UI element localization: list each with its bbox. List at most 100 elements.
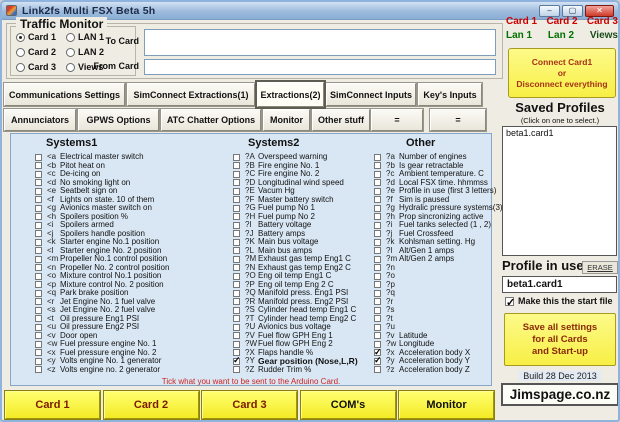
save-settings-button[interactable]: Save all settings for all Cards and Star… xyxy=(504,313,616,366)
row-checkbox[interactable] xyxy=(374,255,381,263)
row-checkbox[interactable] xyxy=(374,238,381,246)
row-checkbox[interactable] xyxy=(374,221,381,229)
row-checkbox[interactable] xyxy=(233,332,240,340)
row-checkbox[interactable] xyxy=(233,179,240,187)
row-checkbox[interactable] xyxy=(35,238,42,246)
row-checkbox[interactable] xyxy=(374,298,381,306)
row-checkbox[interactable] xyxy=(233,170,240,178)
profile-in-use-input[interactable]: beta1.card1 xyxy=(502,276,617,293)
row-checkbox[interactable] xyxy=(374,187,381,195)
row-checkbox[interactable] xyxy=(35,196,42,204)
tab-button[interactable]: = xyxy=(370,108,424,132)
row-checkbox[interactable] xyxy=(35,179,42,187)
traffic-source-radio[interactable]: LAN 1 xyxy=(66,32,104,42)
start-file-checkbox[interactable] xyxy=(505,296,515,309)
row-checkbox[interactable] xyxy=(233,366,240,374)
row-checkbox[interactable] xyxy=(374,179,381,187)
row-checkbox[interactable] xyxy=(35,230,42,238)
row-checkbox[interactable] xyxy=(35,357,42,365)
connect-card-button[interactable]: Connect Card1 or Disconnect everything xyxy=(508,48,616,98)
radio-icon[interactable] xyxy=(66,47,75,57)
radio-icon[interactable] xyxy=(16,32,25,42)
row-checkbox[interactable] xyxy=(35,213,42,221)
tab-button[interactable]: GPWS Options xyxy=(77,108,160,132)
tab-button[interactable]: SimConnect Extractions(1) xyxy=(126,82,256,107)
row-checkbox[interactable] xyxy=(374,162,381,170)
row-checkbox[interactable] xyxy=(233,230,240,238)
row-checkbox[interactable] xyxy=(233,298,240,306)
radio-icon[interactable] xyxy=(66,62,75,72)
row-checkbox[interactable] xyxy=(35,153,42,161)
erase-button[interactable]: ERASE xyxy=(582,261,618,274)
card-page-button[interactable]: Card 3 xyxy=(201,390,298,420)
row-checkbox[interactable] xyxy=(35,306,42,314)
row-checkbox[interactable] xyxy=(35,315,42,323)
tab-button[interactable]: Annunciators xyxy=(3,108,77,132)
saved-profiles-listbox[interactable]: beta1.card1 xyxy=(502,126,617,256)
row-checkbox[interactable] xyxy=(233,238,240,246)
tab-button[interactable]: ATC Chatter Options xyxy=(160,108,262,132)
row-checkbox[interactable] xyxy=(233,153,240,161)
row-checkbox[interactable] xyxy=(374,230,381,238)
row-checkbox[interactable] xyxy=(374,213,381,221)
tab-button[interactable]: Key's Inputs xyxy=(417,82,483,107)
row-checkbox[interactable] xyxy=(35,204,42,212)
row-checkbox[interactable] xyxy=(374,289,381,297)
tab-button[interactable]: SimConnect Inputs xyxy=(325,82,417,107)
traffic-source-radio[interactable]: Card 2 xyxy=(16,47,56,57)
row-checkbox[interactable] xyxy=(374,170,381,178)
row-checkbox[interactable] xyxy=(35,340,42,348)
row-checkbox[interactable] xyxy=(35,170,42,178)
maximize-button[interactable]: ▢ xyxy=(562,4,583,17)
profile-list-item[interactable]: beta1.card1 xyxy=(503,127,616,139)
row-checkbox[interactable] xyxy=(233,340,240,348)
card-page-button[interactable]: Monitor xyxy=(398,390,495,420)
row-checkbox[interactable] xyxy=(374,153,381,161)
row-checkbox[interactable] xyxy=(374,264,381,272)
row-checkbox[interactable] xyxy=(233,213,240,221)
row-checkbox[interactable] xyxy=(374,306,381,314)
from-card-input[interactable] xyxy=(144,59,496,75)
row-checkbox[interactable] xyxy=(374,281,381,289)
row-checkbox[interactable] xyxy=(35,272,42,280)
radio-icon[interactable] xyxy=(66,32,75,42)
tab-button[interactable]: Other stuff xyxy=(311,108,371,132)
row-checkbox[interactable] xyxy=(35,323,42,331)
row-checkbox[interactable] xyxy=(374,196,381,204)
row-checkbox[interactable] xyxy=(374,272,381,280)
row-checkbox[interactable] xyxy=(374,315,381,323)
traffic-source-radio[interactable]: LAN 2 xyxy=(66,47,104,57)
traffic-source-radio[interactable]: Card 1 xyxy=(16,32,56,42)
row-checkbox[interactable] xyxy=(233,255,240,263)
row-checkbox[interactable] xyxy=(233,187,240,195)
row-checkbox[interactable] xyxy=(35,187,42,195)
row-checkbox[interactable] xyxy=(35,366,42,374)
row-checkbox[interactable] xyxy=(35,162,42,170)
radio-icon[interactable] xyxy=(16,47,25,57)
row-checkbox[interactable] xyxy=(374,204,381,212)
row-checkbox[interactable] xyxy=(35,349,42,357)
row-checkbox[interactable] xyxy=(233,204,240,212)
row-checkbox[interactable] xyxy=(35,281,42,289)
row-checkbox[interactable] xyxy=(374,356,382,365)
row-checkbox[interactable] xyxy=(35,332,42,340)
close-button[interactable]: ✕ xyxy=(585,4,614,17)
traffic-source-radio[interactable]: Card 3 xyxy=(16,62,56,72)
minimize-button[interactable]: – xyxy=(539,4,560,17)
row-checkbox[interactable] xyxy=(233,221,240,229)
row-checkbox[interactable] xyxy=(233,264,240,272)
row-checkbox[interactable] xyxy=(233,196,240,204)
row-checkbox[interactable] xyxy=(374,323,381,331)
row-checkbox[interactable] xyxy=(233,356,241,365)
row-checkbox[interactable] xyxy=(35,255,42,263)
tab-button[interactable]: Communications Settings xyxy=(3,82,126,107)
row-checkbox[interactable] xyxy=(35,247,42,255)
card-page-button[interactable]: Card 1 xyxy=(4,390,101,420)
card-page-button[interactable]: COM's xyxy=(299,390,397,420)
row-checkbox[interactable] xyxy=(374,332,381,340)
row-checkbox[interactable] xyxy=(233,289,240,297)
radio-icon[interactable] xyxy=(16,62,25,72)
row-checkbox[interactable] xyxy=(35,221,42,229)
row-checkbox[interactable] xyxy=(35,289,42,297)
card-page-button[interactable]: Card 2 xyxy=(102,390,200,420)
